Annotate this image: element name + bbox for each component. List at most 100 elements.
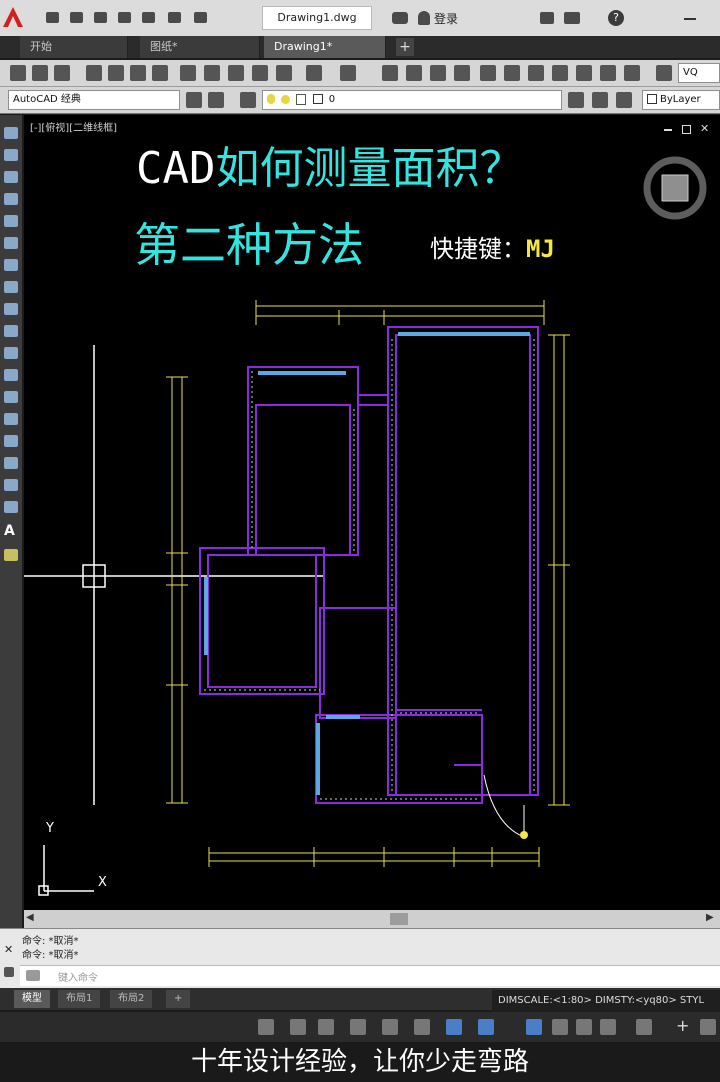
settings-gear-icon[interactable] [636, 1019, 652, 1035]
tab-start[interactable]: 开始 [20, 36, 128, 58]
color-combo[interactable]: ByLayer [642, 90, 720, 110]
polar-icon[interactable] [382, 1019, 398, 1035]
osnap-icon[interactable] [446, 1019, 462, 1035]
text-style-combo[interactable]: VQ [678, 63, 720, 83]
tool-palettes-icon[interactable] [528, 65, 544, 81]
properties-icon[interactable] [480, 65, 496, 81]
scroll-right-arrow[interactable]: ▶ [706, 912, 714, 923]
cut-icon[interactable] [180, 65, 196, 81]
rectangle-tool-icon[interactable] [4, 215, 18, 227]
match-prop-icon[interactable] [252, 65, 268, 81]
lineweight-icon[interactable] [478, 1019, 494, 1035]
minimize-icon[interactable] [684, 18, 696, 20]
markup-icon[interactable] [576, 65, 592, 81]
save-icon[interactable] [94, 12, 107, 23]
zoom-window-icon[interactable] [430, 65, 446, 81]
qnew-icon[interactable] [10, 65, 26, 81]
help-icon[interactable]: ? [608, 10, 624, 26]
paste-icon[interactable] [228, 65, 244, 81]
arc-tool-icon[interactable] [4, 237, 18, 249]
redo-icon[interactable] [194, 12, 207, 23]
circle-tool-icon[interactable] [4, 259, 18, 271]
scroll-left-arrow[interactable]: ◀ [26, 912, 34, 923]
preview-icon[interactable] [108, 65, 124, 81]
layer-combo[interactable]: 0 [262, 90, 562, 110]
add-icon[interactable]: + [676, 1016, 689, 1035]
workspace-combo[interactable]: AutoCAD 经典 [8, 90, 180, 110]
annotation-icon[interactable] [526, 1019, 542, 1035]
isodraft-icon[interactable] [414, 1019, 430, 1035]
user-icon[interactable] [418, 11, 430, 25]
command-input[interactable]: 键入命令 [20, 965, 720, 986]
layer-properties-icon[interactable] [240, 92, 256, 108]
new-icon[interactable] [46, 12, 59, 23]
command-close-icon[interactable]: ✕ [4, 943, 13, 956]
redo-tool-icon[interactable] [340, 65, 356, 81]
ellipse-tool-icon[interactable] [4, 325, 18, 337]
copy-icon[interactable] [204, 65, 220, 81]
hatch-tool-icon[interactable] [4, 435, 18, 447]
undo-tool-icon[interactable] [306, 65, 322, 81]
open-icon[interactable] [70, 12, 83, 23]
customize-icon[interactable] [208, 92, 224, 108]
spline-tool-icon[interactable] [4, 303, 18, 315]
mtext-tool-icon[interactable]: A [4, 523, 15, 539]
3d-print-icon[interactable] [152, 65, 168, 81]
cart-icon[interactable] [540, 12, 554, 24]
tab-drawing-template[interactable]: 图纸* [140, 36, 260, 58]
snap-icon[interactable] [318, 1019, 334, 1035]
add-selected-tool-icon[interactable] [4, 549, 18, 561]
command-settings-icon[interactable] [4, 967, 14, 977]
network-icon[interactable] [564, 12, 580, 24]
tab-layout2[interactable]: 布局2 [110, 990, 153, 1008]
print-icon[interactable] [142, 12, 155, 23]
new-tab-button[interactable]: + [396, 38, 414, 56]
grid-icon[interactable] [290, 1019, 306, 1035]
tab-drawing1[interactable]: Drawing1* [264, 36, 386, 58]
make-block-tool-icon[interactable] [4, 391, 18, 403]
saveas-icon[interactable] [118, 12, 131, 23]
login-button[interactable]: 登录 [434, 10, 458, 27]
line-tool-icon[interactable] [4, 127, 18, 139]
save-file-icon[interactable] [54, 65, 70, 81]
insert-block-tool-icon[interactable] [4, 369, 18, 381]
revcloud-tool-icon[interactable] [4, 281, 18, 293]
floor-plan[interactable] [24, 115, 720, 910]
polygon-tool-icon[interactable] [4, 193, 18, 205]
add-layout-button[interactable]: + [166, 990, 191, 1008]
polyline-tool-icon[interactable] [4, 171, 18, 183]
region-tool-icon[interactable] [4, 479, 18, 491]
search-binoculars-icon[interactable] [392, 12, 408, 24]
open-file-icon[interactable] [32, 65, 48, 81]
xline-tool-icon[interactable] [4, 149, 18, 161]
zoom-previous-icon[interactable] [454, 65, 470, 81]
customization-icon[interactable] [700, 1019, 716, 1035]
pan-icon[interactable] [382, 65, 398, 81]
scroll-thumb[interactable] [390, 913, 408, 925]
text-style-icon[interactable] [656, 65, 672, 81]
make-current-icon[interactable] [568, 92, 584, 108]
point-tool-icon[interactable] [4, 413, 18, 425]
design-center-icon[interactable] [504, 65, 520, 81]
annotation-scale-icon[interactable] [552, 1019, 568, 1035]
publish-icon[interactable] [130, 65, 146, 81]
undo-icon[interactable] [168, 12, 181, 23]
ellipse-arc-tool-icon[interactable] [4, 347, 18, 359]
plot-icon[interactable] [86, 65, 102, 81]
table-tool-icon[interactable] [4, 501, 18, 513]
autocad-logo[interactable] [2, 6, 24, 28]
gradient-tool-icon[interactable] [4, 457, 18, 469]
tab-layout1[interactable]: 布局1 [58, 990, 101, 1008]
quickcalc-icon[interactable] [600, 65, 616, 81]
drawing-canvas[interactable]: [-][俯视][二维线框] ✕ CAD如何测量面积？ 第二种方法 快捷键：MJ [24, 115, 720, 910]
horizontal-scrollbar[interactable]: ◀ ▶ [24, 910, 720, 928]
model-space-icon[interactable] [258, 1019, 274, 1035]
workspace-switch-icon[interactable] [576, 1019, 592, 1035]
block-editor-icon[interactable] [276, 65, 292, 81]
tab-model[interactable]: 模型 [14, 990, 50, 1008]
sheet-set-icon[interactable] [552, 65, 568, 81]
units-icon[interactable] [600, 1019, 616, 1035]
help-tool-icon[interactable] [624, 65, 640, 81]
ortho-icon[interactable] [350, 1019, 366, 1035]
layer-previous-icon[interactable] [592, 92, 608, 108]
